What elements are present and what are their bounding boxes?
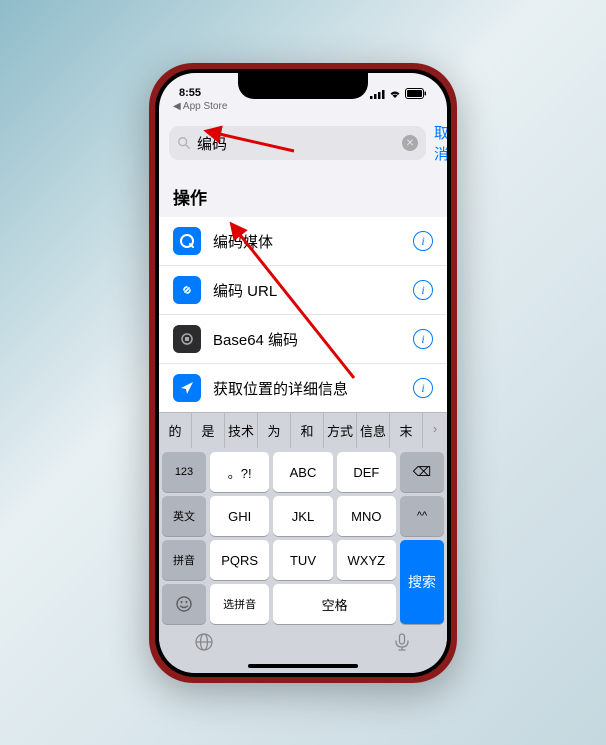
candidate-bar: 的 是 技术 为 和 方式 信息 末 › bbox=[159, 412, 447, 448]
status-time: 8:55 bbox=[179, 87, 201, 99]
search-icon bbox=[177, 136, 191, 150]
battery-icon bbox=[405, 88, 427, 99]
cancel-button[interactable]: 取消 bbox=[434, 122, 447, 164]
candidate[interactable]: 末 bbox=[390, 413, 423, 448]
key-space[interactable]: 空格 bbox=[273, 584, 396, 624]
candidate[interactable]: 是 bbox=[192, 413, 225, 448]
mic-icon[interactable] bbox=[390, 630, 414, 654]
candidate[interactable]: 的 bbox=[159, 413, 192, 448]
screen: 8:55 ◀ App Store ✕ 取消 操作 bbox=[159, 73, 447, 673]
candidate[interactable]: 方式 bbox=[324, 413, 357, 448]
section-header: 操作 bbox=[159, 170, 447, 217]
key-emoji[interactable] bbox=[162, 584, 206, 624]
key-ghi[interactable]: GHI bbox=[210, 496, 269, 536]
smile-icon bbox=[175, 595, 193, 613]
key-wxyz[interactable]: WXYZ bbox=[337, 540, 396, 580]
key-pinyin[interactable]: 拼音 bbox=[162, 540, 206, 580]
key-search[interactable]: 搜索 bbox=[400, 540, 444, 624]
status-right bbox=[370, 88, 427, 99]
key-def[interactable]: DEF bbox=[337, 452, 396, 492]
info-icon[interactable]: i bbox=[413, 378, 433, 398]
annotation-arrow-2 bbox=[229, 223, 359, 388]
info-icon[interactable]: i bbox=[413, 280, 433, 300]
key-punct[interactable]: 。?! bbox=[210, 452, 269, 492]
signal-icon bbox=[370, 89, 385, 99]
key-select-pinyin[interactable]: 选拼音 bbox=[210, 584, 269, 624]
phone-bezel: 8:55 ◀ App Store ✕ 取消 操作 bbox=[155, 69, 451, 677]
link-icon bbox=[173, 276, 201, 304]
candidate[interactable]: 和 bbox=[291, 413, 324, 448]
search-row: ✕ 取消 bbox=[159, 116, 447, 170]
key-tuv[interactable]: TUV bbox=[273, 540, 332, 580]
notch bbox=[238, 73, 368, 99]
candidate[interactable]: 技术 bbox=[225, 413, 258, 448]
key-english[interactable]: 英文 bbox=[162, 496, 206, 536]
key-smile[interactable]: ^^ bbox=[400, 496, 444, 536]
key-backspace[interactable]: ⌫ bbox=[400, 452, 444, 492]
info-icon[interactable]: i bbox=[413, 231, 433, 251]
phone-frame: 8:55 ◀ App Store ✕ 取消 操作 bbox=[149, 63, 457, 683]
key-abc[interactable]: ABC bbox=[273, 452, 332, 492]
quicktime-icon bbox=[173, 227, 201, 255]
location-icon bbox=[173, 374, 201, 402]
base64-icon bbox=[173, 325, 201, 353]
back-to-app[interactable]: ◀ App Store bbox=[159, 101, 447, 116]
info-icon[interactable]: i bbox=[413, 329, 433, 349]
key-123[interactable]: 123 bbox=[162, 452, 206, 492]
candidate[interactable]: 为 bbox=[258, 413, 291, 448]
globe-icon[interactable] bbox=[192, 630, 216, 654]
key-jkl[interactable]: JKL bbox=[273, 496, 332, 536]
clear-icon[interactable]: ✕ bbox=[402, 135, 418, 151]
home-indicator[interactable] bbox=[248, 664, 358, 668]
keyboard: 123 。?! ABC DEF ⌫ 英文 GHI JKL MNO ^^ 拼音 P… bbox=[159, 448, 447, 660]
key-pqrs[interactable]: PQRS bbox=[210, 540, 269, 580]
candidate[interactable]: 信息 bbox=[357, 413, 390, 448]
key-mno[interactable]: MNO bbox=[337, 496, 396, 536]
candidate-expand[interactable]: › bbox=[423, 413, 447, 448]
wifi-icon bbox=[388, 89, 402, 99]
home-indicator-area bbox=[159, 660, 447, 672]
annotation-arrow-1 bbox=[209, 127, 299, 162]
